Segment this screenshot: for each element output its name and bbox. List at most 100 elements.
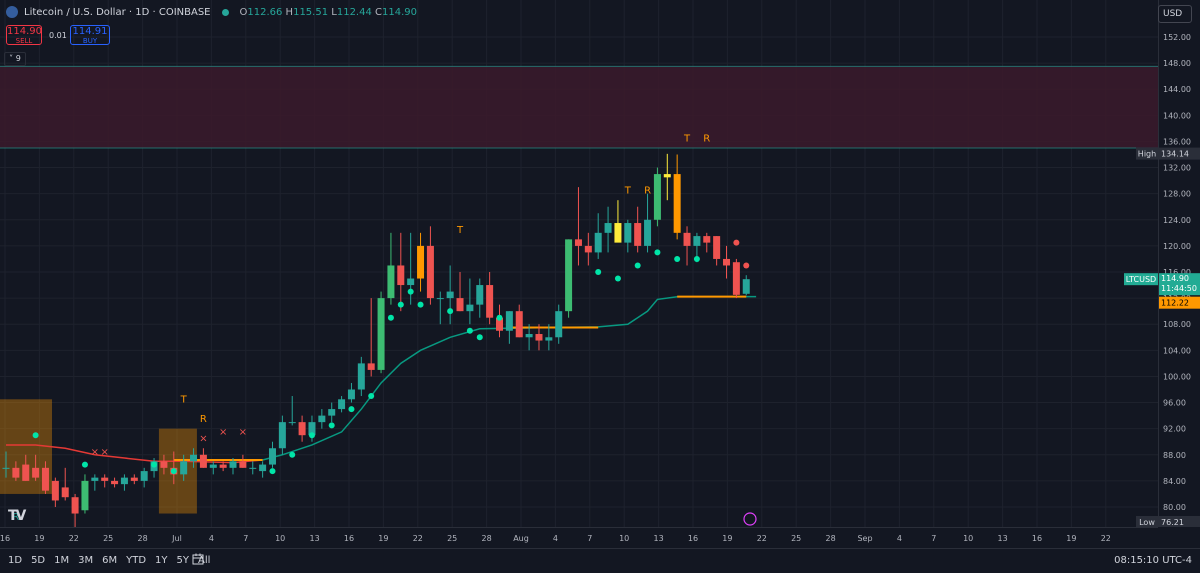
candle-body [81,480,89,511]
stop-dot [407,288,414,295]
candle-body [387,265,395,299]
signal-label: T [456,225,464,236]
candle-body [693,236,701,246]
candle [268,441,276,468]
symbol-title[interactable]: Litecoin / U.S. Dollar · 1D · COINBASE [24,7,210,18]
candle-body [407,278,415,286]
buy-price: 114.91 [72,26,108,37]
stop-dot [496,314,503,321]
market-status-icon [222,8,230,16]
candle-body [219,464,227,468]
candle-body [2,467,10,469]
currency-select[interactable]: USD [1158,5,1192,23]
time-tick: 22 [1101,534,1111,543]
cross-marker: × [91,447,99,458]
time-tick: Sep [857,534,872,543]
range-3m[interactable]: 3M [78,555,93,566]
candle-body [111,480,119,485]
candle-body [594,232,602,253]
stop-dot [733,239,740,246]
stop-dot [81,461,88,468]
candle [742,275,750,296]
stop-dot [693,255,700,262]
time-axis[interactable]: 16 19 22 25 28 Jul 4 7 10 13 16 19 22 25 28 Aug 4 7 10 13 16… [0,527,1158,546]
candle-body [713,236,721,259]
chart-svg[interactable]: TRTTRTRRR×××××HighLowLTCUSD [0,0,1158,549]
time-tick: 16 [1032,534,1042,543]
price-tick: 120.00 [1163,242,1191,251]
resistance-band [0,66,1158,148]
candle [683,226,691,266]
candle-body [91,477,99,481]
price-axis-svg: 152.00 148.00 144.00 140.00 136.00 132.00 128.… [1159,33,1200,528]
cross-marker: × [101,447,109,458]
sell-label: SELL [15,37,33,45]
stop-dot [447,308,454,315]
candle-body [180,461,188,475]
candle-body [486,285,494,318]
range-6m[interactable]: 6M [102,555,117,566]
candle [466,278,474,325]
candle [634,206,642,253]
chart-area[interactable]: TRTTRTRRR×××××HighLowLTCUSD Litecoin / U… [0,0,1158,549]
price-tick: 96.00 [1163,399,1186,408]
candle-body [456,298,464,312]
candle [249,461,257,475]
candle-body [723,258,731,266]
candle-body [466,304,474,312]
sell-button[interactable]: 114.90 SELL [6,25,42,45]
candle-body [22,464,30,481]
price-tick: 104.00 [1163,346,1191,355]
stop-dot [743,262,750,269]
candle [732,258,740,299]
price-axis[interactable]: 152.00 148.00 144.00 140.00 136.00 132.00 128.… [1158,0,1200,528]
range-1y[interactable]: 1Y [155,555,167,566]
candle [357,356,365,397]
candle [703,232,711,253]
time-tick: 28 [138,534,148,543]
time-tick: 22 [69,534,79,543]
candle [81,474,89,514]
candle-body [644,219,652,246]
candle-body [732,262,740,295]
candle-body [318,415,326,423]
candle [584,232,592,266]
trail-value: 112.22 [1161,299,1189,308]
candle [140,467,148,488]
time-tick: 28 [482,534,492,543]
range-1m[interactable]: 1M [54,555,69,566]
stop-dot [476,334,483,341]
time-tick: 13 [654,534,664,543]
ohlc-high-value: 115.51 [293,6,329,18]
symbol-header: Litecoin / U.S. Dollar · 1D · COINBASE O… [6,6,417,18]
candle-body [338,399,346,410]
range-5y[interactable]: 5Y [177,555,189,566]
time-tick: 19 [378,534,388,543]
time-tick: 4 [209,534,214,543]
stop-dot [674,255,681,262]
candle [653,167,661,227]
candle [515,304,523,338]
clock[interactable]: 08:15:10 UTC-4 [1114,555,1192,566]
candle-body [239,461,247,468]
tradingview-logo[interactable]: TV [8,508,26,524]
stop-dot [614,275,621,282]
candle-body [555,311,563,338]
indicators-toggle[interactable]: ˅ 9 [4,52,26,66]
calendar-icon[interactable] [192,553,204,565]
range-5d[interactable]: 5D [31,555,45,566]
stop-dot [368,393,375,400]
buy-button[interactable]: 114.91 BUY [70,25,110,45]
range-ytd[interactable]: YTD [126,555,146,566]
candle [338,396,346,413]
price-tick: 132.00 [1163,164,1191,173]
stop-dot [170,468,177,475]
range-1d[interactable]: 1D [8,555,22,566]
candle [209,461,217,475]
stop-dot [466,327,473,334]
time-tick: 7 [587,534,592,543]
high-label: High [1138,150,1156,159]
candle [505,311,513,344]
cross-marker: × [199,434,207,445]
candle-body [653,174,661,220]
